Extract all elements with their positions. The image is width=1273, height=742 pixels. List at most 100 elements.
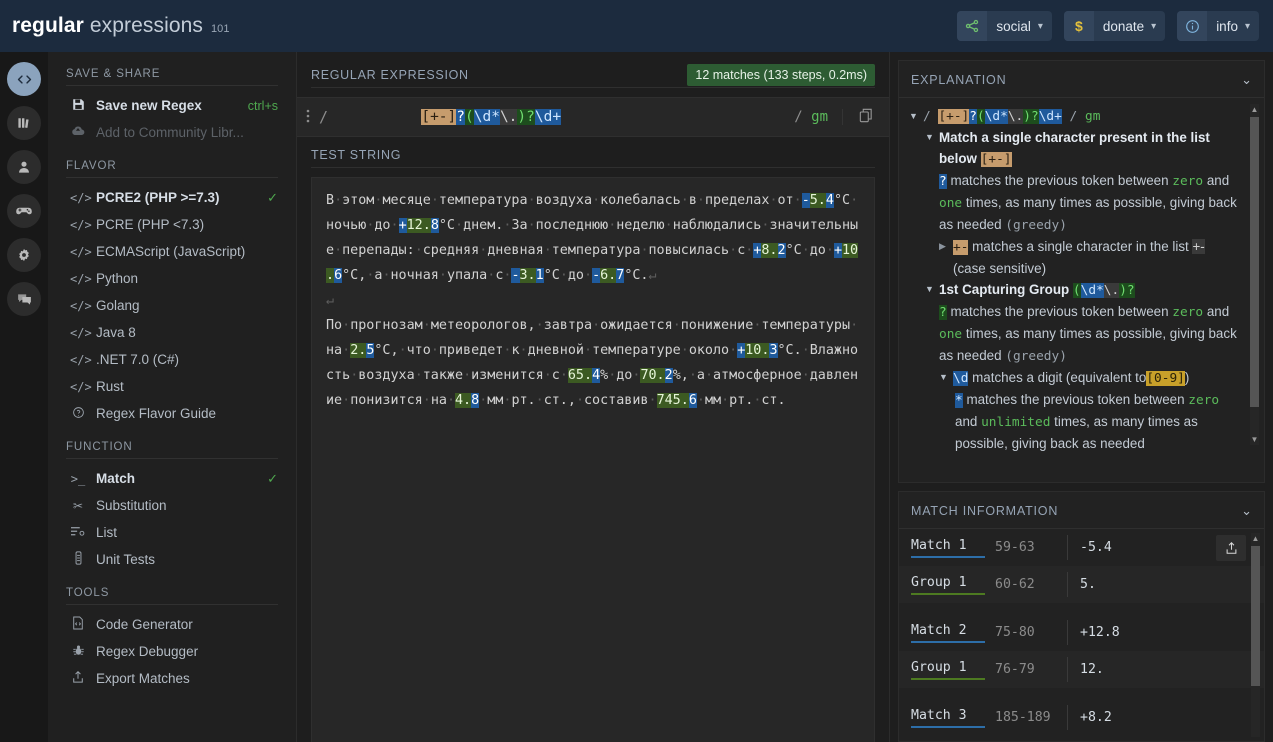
plain-text: ночная <box>390 268 439 283</box>
flavor-item-golang[interactable]: </> Golang <box>48 292 296 319</box>
copy-regex-button[interactable] <box>843 108 889 127</box>
space-dot: · <box>342 318 351 333</box>
delimiter: / <box>923 109 931 124</box>
tool-item-code-generator[interactable]: Code Generator <box>48 611 296 638</box>
flavor-item-java8[interactable]: </> Java 8 <box>48 319 296 346</box>
flavor-label: Python <box>96 271 139 286</box>
regex-input[interactable]: [+-]?(\d*\.)?\d+ <box>334 93 788 141</box>
function-item-unit-tests[interactable]: Unit Tests <box>48 546 296 573</box>
share-nodes-icon <box>957 11 988 41</box>
plain-text: неделю <box>616 218 665 233</box>
flavor-item-dotnet[interactable]: </> .NET 7.0 (C#) <box>48 346 296 373</box>
test-string-paragraph-2: По·прогнозам·метеорологов,·завтра·ожидае… <box>326 313 860 413</box>
plain-text: температуры <box>761 318 851 333</box>
space-dot: · <box>801 368 810 383</box>
token-digit: \d <box>953 371 969 386</box>
save-new-regex-button[interactable]: Save new Regex ctrl+s <box>48 92 296 119</box>
match-tail: 6 <box>334 268 343 283</box>
match-group: 10. <box>745 343 770 358</box>
plain-text: %, <box>672 368 689 383</box>
match-value: -5.4 <box>1080 540 1112 555</box>
group-row[interactable]: Group 1 76-79 12. <box>899 651 1264 688</box>
scroll-up-arrow-icon[interactable]: ▲ <box>1250 104 1259 115</box>
group-row[interactable]: Group 1 60-62 5. <box>899 566 1264 603</box>
settings-gear-icon[interactable] <box>7 238 41 272</box>
regex-flags[interactable]: / gm <box>788 109 843 125</box>
chevron-down-icon[interactable]: ⌄ <box>1241 503 1252 519</box>
flavor-item-rust[interactable]: </> Rust <box>48 373 296 400</box>
scroll-up-arrow-icon[interactable]: ▲ <box>1251 533 1260 544</box>
flavor-item-pcre[interactable]: </> PCRE (PHP <7.3) <box>48 211 296 238</box>
plain-text: до <box>809 243 826 258</box>
match-row[interactable]: Match 2 75-80 +12.8 <box>899 614 1264 651</box>
social-dropdown[interactable]: social ▾ <box>957 11 1052 41</box>
text: and <box>955 414 978 429</box>
scrollbar-thumb[interactable] <box>1250 117 1259 407</box>
test-string-input[interactable]: В·этом·месяце·температура·воздуха·колеба… <box>311 177 875 742</box>
regex-flavor-guide-link[interactable]: Regex Flavor Guide <box>48 400 296 427</box>
export-icon[interactable] <box>1216 535 1246 561</box>
tool-item-regex-debugger[interactable]: Regex Debugger <box>48 638 296 665</box>
space-dot: · <box>664 218 673 233</box>
chevron-down-icon: ▾ <box>1037 20 1043 32</box>
code-icon: </> <box>70 352 92 367</box>
info-dropdown[interactable]: info ▾ <box>1177 11 1259 41</box>
function-item-match[interactable]: >_ Match ✓ <box>48 465 296 492</box>
cloud-upload-icon <box>70 125 86 140</box>
code-icon[interactable] <box>7 62 41 96</box>
space-dot: · <box>463 368 472 383</box>
account-icon[interactable] <box>7 150 41 184</box>
match-row[interactable]: Match 1 59-63 -5.4 <box>899 529 1264 566</box>
token-optional: ? <box>969 109 977 124</box>
space-dot: · <box>592 318 601 333</box>
space-dot: · <box>527 218 536 233</box>
scrollbar-thumb[interactable] <box>1251 546 1260 686</box>
plain-text: последнюю <box>535 218 609 233</box>
explanation-node-text: 1st Capturing Group (\d*\.)? <box>939 279 1135 301</box>
collapse-triangle-icon[interactable]: ▼ <box>909 106 918 126</box>
plain-text: По <box>326 318 343 333</box>
text: times, as many times as possible, <box>965 195 1167 210</box>
unlimited-keyword: unlimited <box>981 415 1051 430</box>
regex-options-menu-icon[interactable] <box>297 108 319 126</box>
plain-text: также <box>422 368 464 383</box>
save-new-regex-label: Save new Regex <box>96 98 202 113</box>
tool-label: Export Matches <box>96 671 190 686</box>
chevron-down-icon[interactable]: ⌄ <box>1241 72 1252 88</box>
regex101-app: regular expressions 101 social ▾ $ donat… <box>0 0 1273 742</box>
delimiter: / <box>1069 109 1078 124</box>
space-dot: · <box>850 318 859 333</box>
function-item-substitution[interactable]: ✂ Substitution <box>48 492 296 519</box>
brand-logo[interactable]: regular expressions 101 <box>12 14 230 38</box>
plain-text: °C <box>438 218 455 233</box>
gamepad-icon[interactable] <box>7 194 41 228</box>
flavor-label: Golang <box>96 298 140 313</box>
function-item-list[interactable]: List <box>48 519 296 546</box>
donate-dropdown[interactable]: $ donate ▾ <box>1063 11 1166 41</box>
expand-triangle-icon[interactable]: ▶ <box>939 236 948 256</box>
match-information-scrollbar[interactable]: ▲ <box>1251 533 1260 737</box>
flavor-item-pcre2[interactable]: </> PCRE2 (PHP >=7.3) ✓ <box>48 184 296 211</box>
flavor-item-ecmascript[interactable]: </> ECMAScript (JavaScript) <box>48 238 296 265</box>
bug-icon <box>70 644 86 660</box>
scroll-down-arrow-icon[interactable]: ▼ <box>1250 434 1259 445</box>
plain-text: ночью <box>326 218 367 233</box>
brand-bold: regular <box>12 14 84 37</box>
flavor-heading: FLAVOR <box>66 160 117 172</box>
match-group: 5. <box>809 193 826 208</box>
add-to-community-library-button[interactable]: Add to Community Libr... <box>48 119 296 146</box>
flavor-item-python[interactable]: </> Python <box>48 265 296 292</box>
match-tail: 1 <box>535 268 544 283</box>
space-dot: · <box>342 393 351 408</box>
explanation-scrollbar[interactable]: ▲ ▼ <box>1250 104 1259 445</box>
collapse-triangle-icon[interactable]: ▼ <box>939 367 948 387</box>
plain-text: повысилась <box>648 243 730 258</box>
tool-item-export-matches[interactable]: Export Matches <box>48 665 296 692</box>
chat-feedback-icon[interactable] <box>7 282 41 316</box>
plain-text: в <box>688 193 697 208</box>
match-row[interactable]: Match 3 185-189 +8.2 <box>899 699 1264 736</box>
collapse-triangle-icon[interactable]: ▼ <box>925 279 934 299</box>
regex-input-row: / [+-]?(\d*\.)?\d+ / gm <box>297 97 889 137</box>
collapse-triangle-icon[interactable]: ▼ <box>925 127 934 147</box>
library-icon[interactable] <box>7 106 41 140</box>
